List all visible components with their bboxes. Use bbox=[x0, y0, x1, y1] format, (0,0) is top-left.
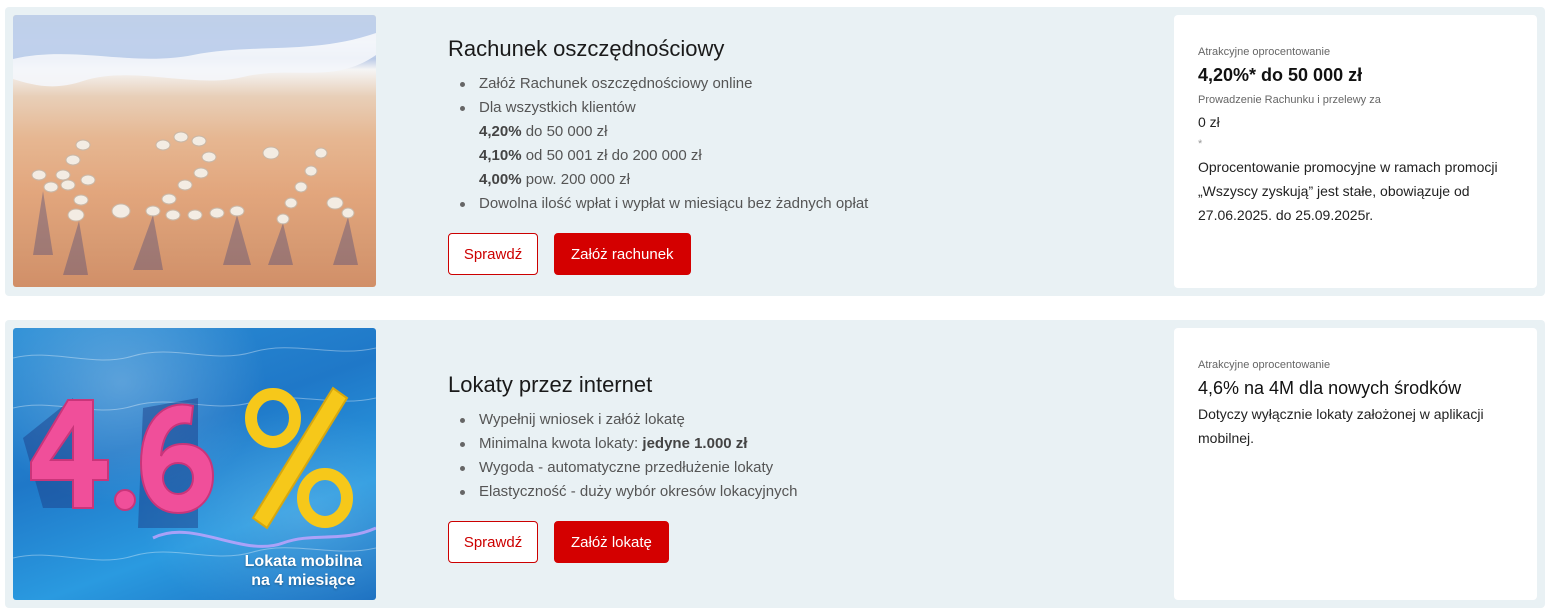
image-caption: Lokata mobilna na 4 miesiące bbox=[245, 552, 362, 590]
button-group: Sprawdź Załóż lokatę bbox=[448, 521, 797, 563]
list-item: Załóż Rachunek oszczędnościowy online bbox=[448, 72, 868, 96]
caption-line: Lokata mobilna bbox=[244, 553, 362, 570]
caption-line: na 4 miesiące bbox=[251, 572, 356, 589]
rate-value: 4,20% bbox=[479, 123, 522, 140]
rate-headline: 4,20%* do 50 000 zł bbox=[1198, 65, 1363, 85]
card-title: Rachunek oszczędnościowy bbox=[448, 36, 725, 61]
list-item: Dla wszystkich klientów bbox=[448, 96, 868, 120]
card-title: Lokaty przez internet bbox=[448, 372, 653, 397]
open-deposit-button[interactable]: Załóż lokatę bbox=[554, 521, 669, 563]
check-button[interactable]: Sprawdź bbox=[448, 521, 538, 563]
rate-label: Atrakcyjne oprocentowanie bbox=[1198, 359, 1331, 371]
list-item: Dowolna ilość wpłat i wypłat w miesiącu … bbox=[448, 192, 868, 216]
list-item: Elastyczność - duży wybór okresów lokacy… bbox=[448, 480, 797, 504]
open-account-button[interactable]: Załóż rachunek bbox=[554, 233, 691, 275]
min-amount-value: jedyne 1.000 zł bbox=[642, 435, 748, 452]
rate-value: 4,00% bbox=[479, 171, 522, 188]
rate-value: 4,10% bbox=[479, 147, 522, 164]
footnote-mark: * bbox=[1198, 138, 1203, 150]
list-item: Wypełnij wniosek i załóż lokatę bbox=[448, 408, 797, 432]
list-item: Minimalna kwota lokaty: jedyne 1.000 zł bbox=[448, 432, 797, 456]
deposits-content: Lokaty przez internet Wypełnij wniosek i… bbox=[448, 372, 797, 563]
savings-account-card: Rachunek oszczędnościowy Załóż Rachunek … bbox=[5, 7, 1545, 296]
deposit-note: Dotyczy wyłącznie lokaty założonej w apl… bbox=[1198, 406, 1484, 446]
rate-headline: 4,6% na 4M dla nowych środków bbox=[1198, 378, 1462, 398]
beach-shells-illustration bbox=[13, 15, 376, 275]
rate-info-panel: Atrakcyjne oprocentowanie 4,20%* do 50 0… bbox=[1174, 15, 1537, 288]
features-list: Załóż Rachunek oszczędnościowy online Dl… bbox=[448, 72, 868, 216]
savings-content: Rachunek oszczędnościowy Załóż Rachunek … bbox=[448, 36, 868, 275]
rate-tier: 4,10% od 50 001 zł do 200 000 zł bbox=[448, 144, 868, 168]
min-amount-label: Minimalna kwota lokaty: bbox=[479, 435, 643, 452]
fee-label: Prowadzenie Rachunku i przelewy za bbox=[1198, 94, 1381, 106]
list-item: Wygoda - automatyczne przedłużenie lokat… bbox=[448, 456, 797, 480]
rate-tier: 4,00% pow. 200 000 zł bbox=[448, 168, 868, 192]
rate-range: pow. 200 000 zł bbox=[521, 171, 630, 188]
beach-promo-image bbox=[13, 15, 376, 287]
rate-info-panel: Atrakcyjne oprocentowanie 4,6% na 4M dla… bbox=[1174, 328, 1537, 600]
rate-range: od 50 001 zł do 200 000 zł bbox=[521, 147, 702, 164]
promo-note: Oprocentowanie promocyjne w ramach promo… bbox=[1198, 159, 1498, 223]
rate-range: do 50 000 zł bbox=[521, 123, 608, 140]
button-group: Sprawdź Załóż rachunek bbox=[448, 233, 868, 275]
deposits-card: Lokata mobilna na 4 miesiące Lokaty prze… bbox=[5, 320, 1545, 608]
rate-tier: 4,20% do 50 000 zł bbox=[448, 120, 868, 144]
check-button[interactable]: Sprawdź bbox=[448, 233, 538, 275]
pool-promo-image: Lokata mobilna na 4 miesiące bbox=[13, 328, 376, 600]
features-list: Wypełnij wniosek i załóż lokatę Minimaln… bbox=[448, 408, 797, 504]
fee-value: 0 zł bbox=[1198, 114, 1220, 130]
rate-label: Atrakcyjne oprocentowanie bbox=[1198, 46, 1331, 58]
